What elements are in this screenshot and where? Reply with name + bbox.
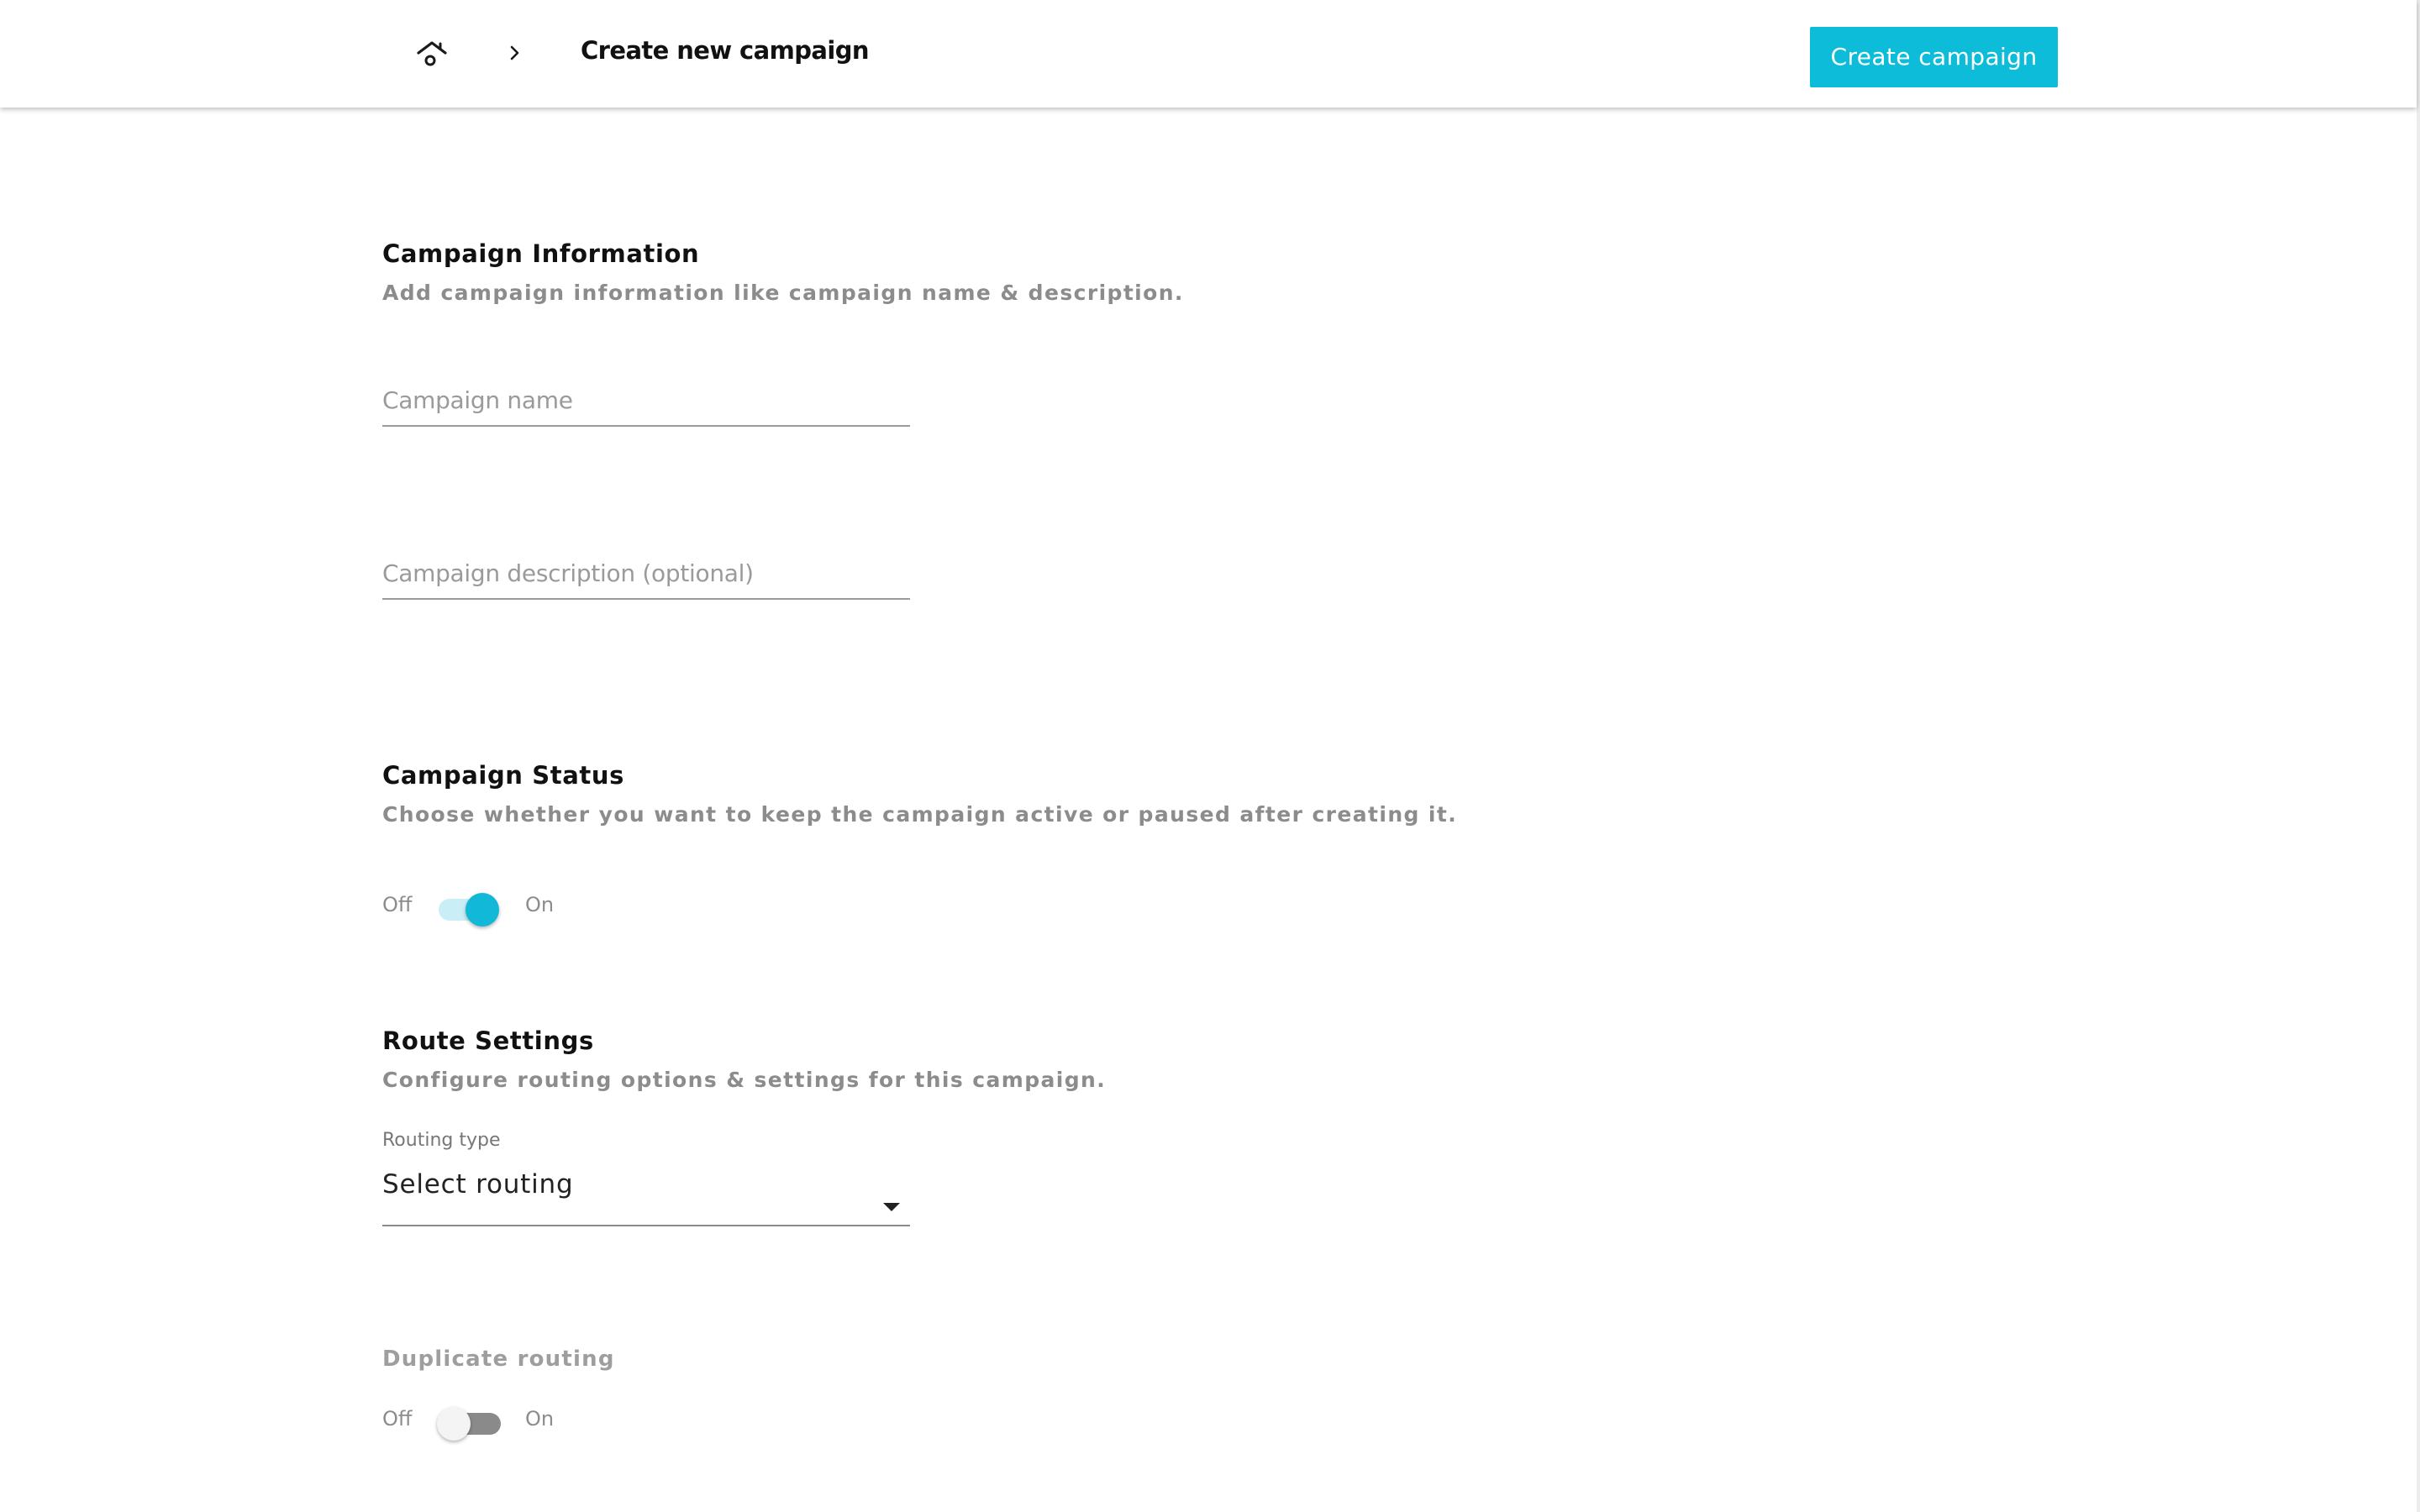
- campaign-description-input[interactable]: [382, 549, 910, 596]
- route-settings-description: Configure routing options & settings for…: [382, 1068, 1107, 1092]
- route-settings-title: Route Settings: [382, 1026, 594, 1055]
- create-campaign-button[interactable]: Create campaign: [1810, 27, 2058, 87]
- scrollbar-track[interactable]: [2417, 0, 2420, 1512]
- duplicate-routing-title: Duplicate routing: [382, 1347, 615, 1372]
- status-off-label: Off: [382, 893, 413, 916]
- duplicate-off-label: Off: [382, 1407, 413, 1431]
- campaign-information-description: Add campaign information like campaign n…: [382, 281, 1184, 305]
- campaign-information-title: Campaign Information: [382, 239, 700, 268]
- campaign-status-toggle[interactable]: [434, 885, 499, 927]
- create-campaign-page: Create new campaign Create campaign Camp…: [0, 0, 2420, 1512]
- duplicate-on-label: On: [525, 1407, 555, 1431]
- caret-down-icon: [883, 1203, 900, 1211]
- status-on-label: On: [525, 893, 555, 916]
- toggle-thumb: [437, 1407, 471, 1441]
- top-bar: Create new campaign Create campaign: [0, 0, 2417, 108]
- campaign-status-description: Choose whether you want to keep the camp…: [382, 802, 1458, 827]
- campaign-description-field-container: [382, 549, 910, 600]
- routing-type-select[interactable]: Select routing: [382, 1163, 910, 1226]
- routing-type-label: Routing type: [382, 1130, 501, 1151]
- home-icon[interactable]: [415, 39, 449, 69]
- chevron-right-icon: [504, 40, 526, 66]
- duplicate-routing-toggle[interactable]: [437, 1399, 501, 1441]
- campaign-status-title: Campaign Status: [382, 761, 624, 790]
- toggle-thumb: [466, 893, 499, 927]
- page-title: Create new campaign: [581, 36, 870, 65]
- routing-type-value: Select routing: [382, 1169, 574, 1200]
- campaign-name-input[interactable]: [382, 376, 910, 423]
- campaign-name-field-container: [382, 376, 910, 427]
